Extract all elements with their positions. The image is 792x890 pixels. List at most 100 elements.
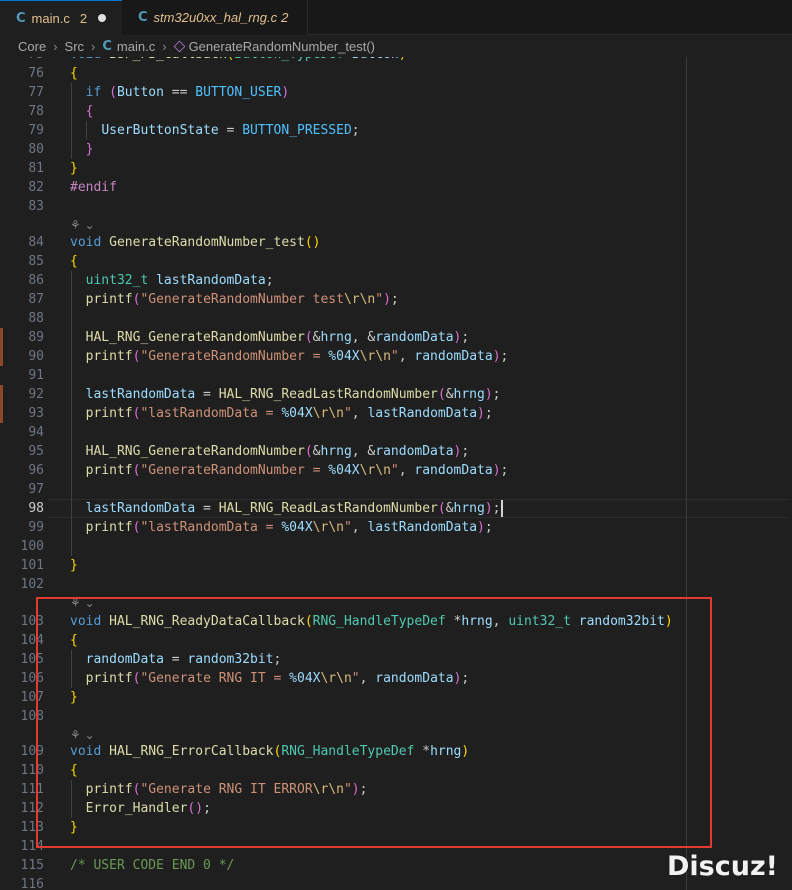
line-number: 91 (28, 368, 44, 383)
code-line[interactable]: 91 (0, 366, 792, 385)
code-line[interactable]: 98 lastRandomData = HAL_RNG_ReadLastRand… (0, 499, 792, 518)
code-line[interactable]: 77 if (Button == BUTTON_USER) (0, 83, 792, 102)
code-line[interactable]: 80 } (0, 140, 792, 159)
indent-guide (71, 780, 72, 818)
code-text: { (70, 254, 78, 269)
code-line[interactable]: 79 UserButtonState = BUTTON_PRESSED; (0, 121, 792, 140)
line-number: 111 (20, 782, 44, 797)
breadcrumb-item-function[interactable]: GenerateRandomNumber_test() (189, 39, 375, 54)
code-text: printf("GenerateRandomNumber test\r\n"); (85, 292, 399, 307)
tab-label: stm32u0xx_hal_rng.c (153, 10, 278, 25)
code-text: printf("lastRandomData = %04X\r\n", last… (85, 406, 493, 421)
code-line[interactable]: 82 #endif (0, 178, 792, 197)
code-line[interactable]: 83 (0, 197, 792, 216)
line-number: 81 (28, 161, 44, 176)
code-text: lastRandomData = HAL_RNG_ReadLastRandomN… (85, 501, 501, 516)
code-line[interactable]: 88 (0, 309, 792, 328)
code-line[interactable]: 108 (0, 707, 792, 726)
line-number: 77 (28, 85, 44, 100)
code-text: /* USER CODE END 0 */ (70, 858, 235, 873)
code-line[interactable]: 97 (0, 480, 792, 499)
code-editor[interactable]: 75 void BSP_PB_Callback(Button_TypeDef Bu… (0, 57, 792, 890)
code-line[interactable]: 102 (0, 575, 792, 594)
code-text: uint32_t lastRandomData; (85, 273, 274, 288)
unsaved-dot-icon[interactable] (98, 14, 107, 22)
code-line[interactable]: 85 { (0, 252, 792, 271)
code-line[interactable]: 78 { (0, 102, 792, 121)
chevron-right-icon: › (162, 38, 167, 54)
code-text: { (85, 104, 94, 119)
function-symbol-icon (173, 40, 185, 52)
editor-ruler (686, 57, 687, 890)
code-line[interactable]: 105 randomData = random32bit; (0, 650, 792, 669)
git-change-marker[interactable] (0, 385, 3, 423)
code-line[interactable]: 81} (0, 159, 792, 178)
code-text: } (85, 142, 94, 157)
line-number: 94 (28, 425, 44, 440)
line-number: 102 (20, 577, 44, 592)
code-line[interactable]: 93 printf("lastRandomData = %04X\r\n", l… (0, 404, 792, 423)
line-number: 75 (0, 57, 44, 64)
code-line[interactable]: 86 uint32_t lastRandomData; (0, 271, 792, 290)
code-line[interactable]: 111 printf("Generate RNG IT ERROR\r\n"); (0, 780, 792, 799)
code-line[interactable]: 96 printf("GenerateRandomNumber = %04X\r… (0, 461, 792, 480)
code-line[interactable]: 100 (0, 537, 792, 556)
code-line[interactable]: 109 void HAL_RNG_ErrorCallback(RNG_Handle… (0, 742, 792, 761)
code-line[interactable]: 106 printf("Generate RNG IT = %04X\r\n",… (0, 669, 792, 688)
code-text: lastRandomData = HAL_RNG_ReadLastRandomN… (85, 387, 501, 402)
breadcrumb: Core › Src › C main.c › GenerateRandomNu… (0, 35, 792, 57)
breadcrumb-item-core[interactable]: Core (18, 39, 46, 54)
code-line[interactable]: 92 lastRandomData = HAL_RNG_ReadLastRand… (0, 385, 792, 404)
line-number: 83 (28, 199, 44, 214)
line-number: 89 (28, 330, 44, 345)
breadcrumb-item-src[interactable]: Src (65, 39, 85, 54)
code-line[interactable]: 89 HAL_RNG_GenerateRandomNumber(&hrng, &… (0, 328, 792, 347)
line-number: 106 (20, 671, 44, 686)
line-number: 113 (20, 820, 44, 835)
code-text: void HAL_RNG_ReadyDataCallback(RNG_Handl… (70, 614, 673, 629)
code-line[interactable]: 76 { (0, 64, 792, 83)
code-text: HAL_RNG_GenerateRandomNumber(&hrng, &ran… (85, 444, 470, 459)
code-text: } (70, 558, 78, 573)
line-number: 76 (28, 66, 44, 81)
code-text: #endif (70, 180, 117, 195)
code-line[interactable]: 87 printf("GenerateRandomNumber test\r\n… (0, 290, 792, 309)
line-number: 84 (28, 235, 44, 250)
line-number: 82 (28, 180, 44, 195)
code-line[interactable]: 84 void GenerateRandomNumber_test() (0, 233, 792, 252)
problem-count-badge: 2 (281, 10, 289, 25)
breadcrumb-item-file[interactable]: main.c (117, 39, 155, 54)
code-line[interactable]: 99 printf("lastRandomData = %04X\r\n", l… (0, 518, 792, 537)
code-line[interactable]: 95 HAL_RNG_GenerateRandomNumber(&hrng, &… (0, 442, 792, 461)
tab-stm32u0xx-hal-rng-c[interactable]: C stm32u0xx_hal_rng.c 2 (122, 0, 308, 35)
code-line[interactable]: 110 { (0, 761, 792, 780)
code-lens-icon[interactable]: ⚘ ⌄ (70, 596, 95, 612)
code-line[interactable]: 94 (0, 423, 792, 442)
line-number: 86 (28, 273, 44, 288)
line-number: 116 (20, 877, 44, 890)
line-number: 93 (28, 406, 44, 421)
editor-tab-bar: C main.c 2 C stm32u0xx_hal_rng.c 2 (0, 0, 792, 35)
line-number: 78 (28, 104, 44, 119)
code-text: if (Button == BUTTON_USER) (85, 85, 290, 100)
code-text: printf("lastRandomData = %04X\r\n", last… (85, 520, 493, 535)
code-line[interactable]: 90 printf("GenerateRandomNumber = %04X\r… (0, 347, 792, 366)
line-number: 101 (20, 558, 44, 573)
chevron-right-icon: › (53, 38, 58, 54)
code-text: Error_Handler(); (85, 801, 211, 816)
code-line[interactable]: 101} (0, 556, 792, 575)
code-line[interactable]: 75 void BSP_PB_Callback(Button_TypeDef Bu… (0, 57, 792, 64)
tab-main-c[interactable]: C main.c 2 (0, 0, 122, 35)
code-line[interactable]: 107} (0, 688, 792, 707)
code-lens-icon[interactable]: ⚘ ⌄ (70, 218, 95, 234)
line-number: 90 (28, 349, 44, 364)
code-line[interactable]: 104 { (0, 631, 792, 650)
code-text: { (70, 633, 78, 648)
line-number: 97 (28, 482, 44, 497)
code-line[interactable]: 112 Error_Handler(); (0, 799, 792, 818)
code-line[interactable]: 103 void HAL_RNG_ReadyDataCallback(RNG_Ha… (0, 612, 792, 631)
c-file-icon: C (138, 10, 148, 25)
code-line[interactable]: 113} (0, 818, 792, 837)
git-change-marker[interactable] (0, 328, 3, 366)
line-number: 80 (28, 142, 44, 157)
